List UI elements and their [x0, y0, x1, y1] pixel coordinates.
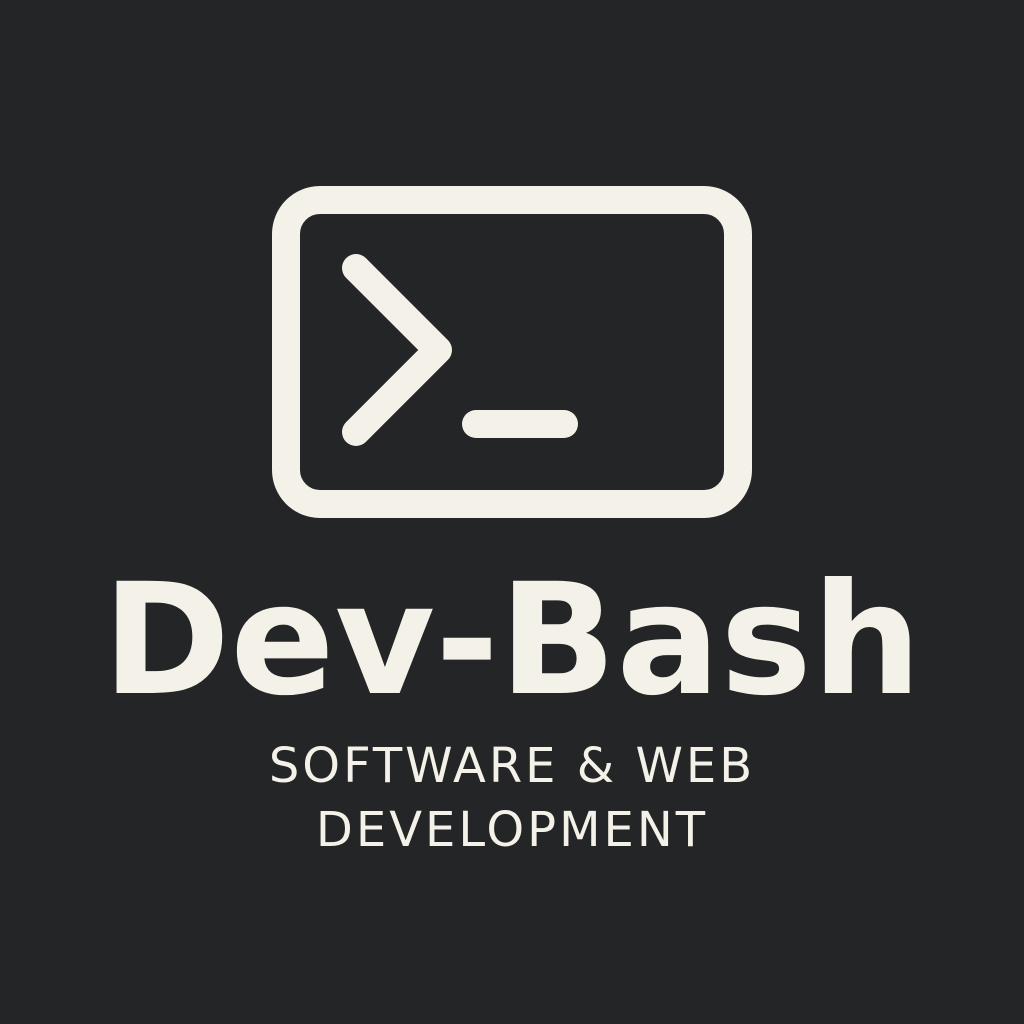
terminal-window-frame	[272, 186, 752, 518]
terminal-prompt-icon	[272, 186, 752, 518]
prompt-chevron	[342, 254, 452, 446]
logo-canvas: Dev-Bash SOFTWARE & WEB DEVELOPMENT	[0, 0, 1024, 1024]
tagline-line-2: DEVELOPMENT	[315, 802, 709, 858]
brand-name: Dev-Bash	[102, 551, 922, 730]
tagline-line-1: SOFTWARE & WEB	[268, 738, 756, 794]
